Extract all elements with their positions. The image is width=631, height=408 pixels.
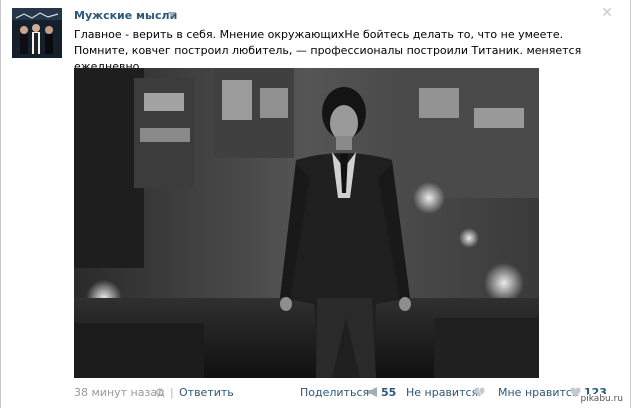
post-footer: 38 минут назад ⚙ | Ответить Поделиться 5… <box>74 386 629 402</box>
photo-image <box>74 68 539 378</box>
like-button[interactable]: Мне нравится <box>498 386 579 399</box>
avatar-image <box>12 8 62 58</box>
gear-icon[interactable]: ⚙ <box>155 386 165 399</box>
reply-link[interactable]: Ответить <box>179 386 234 399</box>
chevron-down-icon[interactable] <box>168 12 176 17</box>
group-name-link[interactable]: Мужские мысли <box>74 9 177 22</box>
megaphone-icon[interactable] <box>367 387 379 397</box>
share-button[interactable]: Поделиться <box>300 386 369 399</box>
separator: | <box>170 386 174 399</box>
group-avatar[interactable] <box>12 8 62 58</box>
dislike-button[interactable]: Не нравится <box>406 386 478 399</box>
broken-heart-icon[interactable] <box>474 387 485 397</box>
close-icon[interactable]: ✕ <box>601 5 613 21</box>
share-count: 55 <box>381 386 397 399</box>
watermark-text: pikabu.ru <box>578 394 625 404</box>
post-timestamp[interactable]: 38 минут назад <box>74 386 165 399</box>
post-photo[interactable] <box>74 68 539 378</box>
wall-post: Мужские мысли ✕ Главное - верить в себя.… <box>0 0 631 408</box>
